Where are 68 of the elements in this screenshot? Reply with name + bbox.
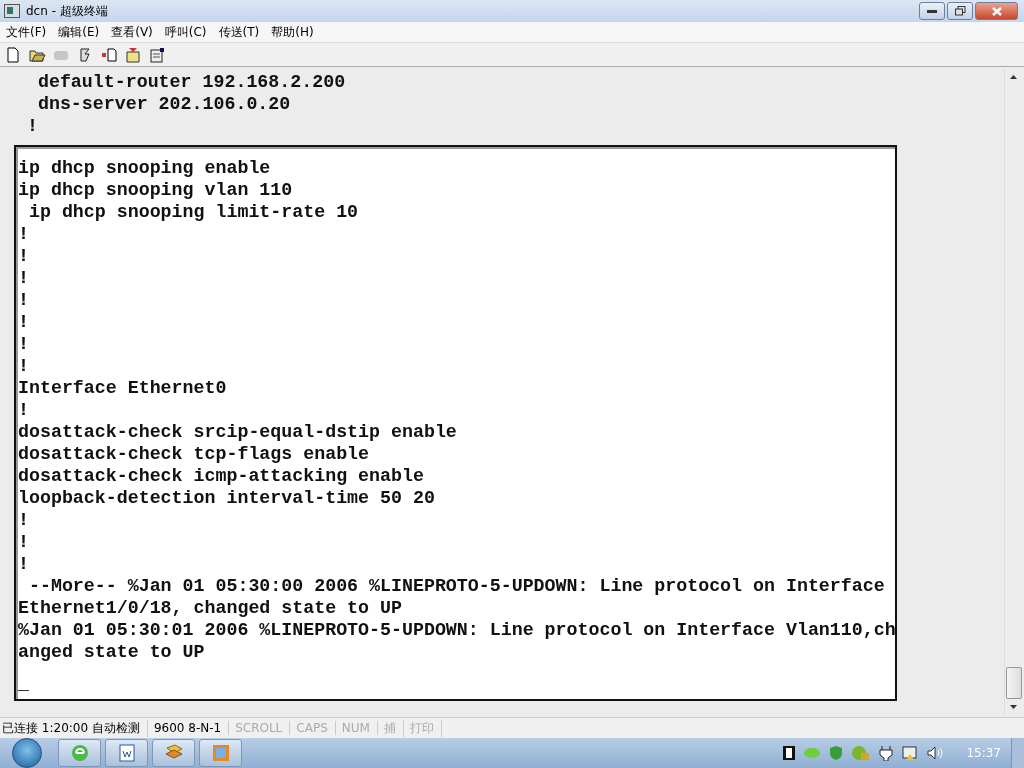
terminal-line: ! — [18, 267, 30, 289]
taskbar-button[interactable] — [58, 739, 101, 767]
scrollbar-thumb[interactable] — [1005, 667, 1022, 699]
terminal-line: --More-- %Jan 01 05:30:00 2006 %LINEPROTO-5-UPDOWN: Line protocol on Interface — [27, 575, 886, 597]
minimize-button[interactable] — [919, 2, 945, 20]
status-field: CAPS — [294, 721, 336, 735]
terminal-line: default-router 192.168.2.200 — [36, 71, 347, 93]
status-field: 已连接 1:20:00 自动检测 — [0, 719, 148, 737]
text-cursor: _ — [18, 675, 30, 695]
terminal-line: ! — [18, 399, 30, 421]
terminal-line: Interface Ethernet0 — [18, 377, 228, 399]
menu-item[interactable]: 帮助(H) — [265, 23, 320, 41]
start-button[interactable] — [12, 738, 42, 768]
properties-icon[interactable] — [148, 45, 166, 64]
menu-item[interactable]: 查看(V) — [105, 23, 159, 41]
terminal-line: ! — [18, 223, 30, 245]
window-title: dcn - 超级终端 — [26, 2, 108, 20]
speaker-icon[interactable] — [927, 746, 944, 760]
terminal-line: ip dhcp snooping limit-rate 10 — [27, 201, 360, 223]
terminal-line: dosattack-check tcp-flags enable — [18, 443, 371, 465]
terminal-line: %Jan 01 05:30:01 2006 %LINEPROTO-5-UPDOWN: Line protocol on Interface Vlan110,ch — [18, 619, 895, 641]
menu-item[interactable]: 编辑(E) — [52, 23, 106, 41]
film-icon[interactable] — [783, 746, 796, 760]
terminal-line: ! — [18, 355, 30, 377]
terminal-line: ! — [18, 289, 30, 311]
scroll-down-icon[interactable] — [1010, 705, 1017, 709]
vertical-scrollbar[interactable] — [1004, 69, 1022, 715]
status-field: NUM — [339, 721, 378, 735]
terminal-line: ! — [18, 553, 30, 575]
network-icon[interactable] — [902, 745, 919, 761]
taskbar-button[interactable] — [105, 739, 148, 767]
new-icon[interactable] — [4, 45, 22, 64]
globe-icon — [70, 744, 89, 762]
terminal-line: ! — [18, 311, 30, 333]
terminal-line: ! — [18, 245, 30, 267]
restore-button[interactable] — [947, 2, 973, 20]
terminal-line: ! — [18, 509, 30, 531]
close-icon — [991, 6, 1002, 16]
send-icon[interactable] — [100, 45, 118, 64]
document-icon — [117, 744, 136, 762]
menu-item[interactable]: 传送(T) — [212, 23, 266, 41]
terminal-line: Ethernet1/0/18, changed state to UP — [18, 597, 403, 619]
terminal-line: anged state to UP — [18, 641, 206, 663]
close-button[interactable] — [975, 2, 1018, 20]
menu-item[interactable]: 呼叫(C) — [158, 23, 213, 41]
terminal-line: ! — [18, 333, 30, 355]
window-icon — [211, 744, 230, 762]
status-field: 捕 — [381, 719, 404, 737]
terminal-line: ! — [18, 531, 30, 553]
status-field: 9600 8-N-1 — [151, 721, 230, 735]
plug-icon[interactable] — [879, 745, 894, 761]
terminal-icon — [4, 4, 20, 18]
menu-item[interactable]: 文件(F) — [0, 23, 53, 41]
terminal-line: ip dhcp snooping vlan 110 — [18, 179, 294, 201]
receive-icon[interactable] — [124, 45, 142, 64]
taskbar-button[interactable] — [199, 739, 242, 767]
terminal-line: dosattack-check icmp-attacking enable — [18, 465, 425, 487]
scroll-up-icon[interactable] — [1010, 75, 1017, 79]
minimize-icon — [927, 9, 937, 13]
status-field: 打印 — [407, 719, 442, 737]
terminal-line: dns-server 202.106.0.20 — [36, 93, 292, 115]
terminal-line: ip dhcp snooping enable — [18, 157, 272, 179]
terminal-line: dosattack-check srcip-equal-dstip enable — [18, 421, 458, 443]
status-field: SCROLL — [233, 721, 291, 735]
restore-icon — [954, 6, 966, 16]
terminal-line: ! — [25, 115, 39, 137]
terminal-line: loopback-detection interval-time 50 20 — [18, 487, 436, 509]
taskbar-button[interactable] — [152, 739, 195, 767]
